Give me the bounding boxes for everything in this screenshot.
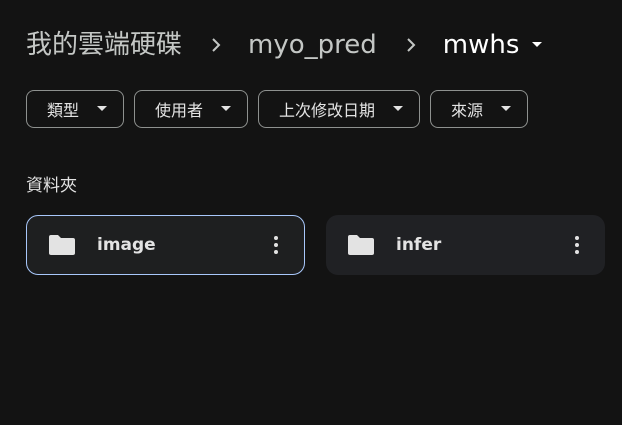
breadcrumb-parent[interactable]: myo_pred — [248, 25, 377, 65]
filter-people-chip[interactable]: 使用者 — [134, 90, 249, 128]
folder-card-infer[interactable]: infer — [326, 215, 605, 275]
chevron-right-icon — [393, 37, 429, 53]
folder-name: infer — [396, 235, 442, 255]
folder-icon — [49, 235, 75, 255]
folder-card-image[interactable]: image — [26, 215, 305, 275]
drive-page: 我的雲端硬碟 myo_pred mwhs 類型 使用者 上次修改日期 來源 資料… — [0, 0, 622, 425]
caret-down-icon — [221, 106, 232, 112]
folder-grid: image infer — [26, 215, 605, 275]
folder-icon — [348, 235, 374, 255]
filter-modified-chip[interactable]: 上次修改日期 — [258, 90, 421, 128]
breadcrumb-current: mwhs — [442, 30, 520, 60]
caret-down-icon — [97, 106, 108, 112]
filter-label: 類型 — [47, 101, 80, 120]
filter-chips: 類型 使用者 上次修改日期 來源 — [26, 90, 529, 128]
filter-type-chip[interactable]: 類型 — [26, 90, 125, 128]
caret-down-icon — [501, 106, 512, 112]
filter-source-chip[interactable]: 來源 — [430, 90, 529, 128]
filter-label: 上次修改日期 — [279, 101, 376, 120]
breadcrumb-root[interactable]: 我的雲端硬碟 — [26, 25, 182, 65]
folder-name: image — [97, 235, 156, 255]
more-vert-icon[interactable] — [569, 233, 585, 257]
caret-down-icon — [531, 41, 543, 49]
filter-label: 來源 — [451, 101, 484, 120]
chevron-right-icon — [198, 37, 234, 53]
caret-down-icon — [393, 106, 404, 112]
filter-label: 使用者 — [155, 101, 204, 120]
breadcrumb: 我的雲端硬碟 myo_pred mwhs — [26, 24, 543, 66]
folders-section-title: 資料夾 — [26, 176, 77, 196]
more-vert-icon[interactable] — [268, 233, 284, 257]
breadcrumb-current-folder-menu[interactable]: mwhs — [443, 25, 544, 65]
